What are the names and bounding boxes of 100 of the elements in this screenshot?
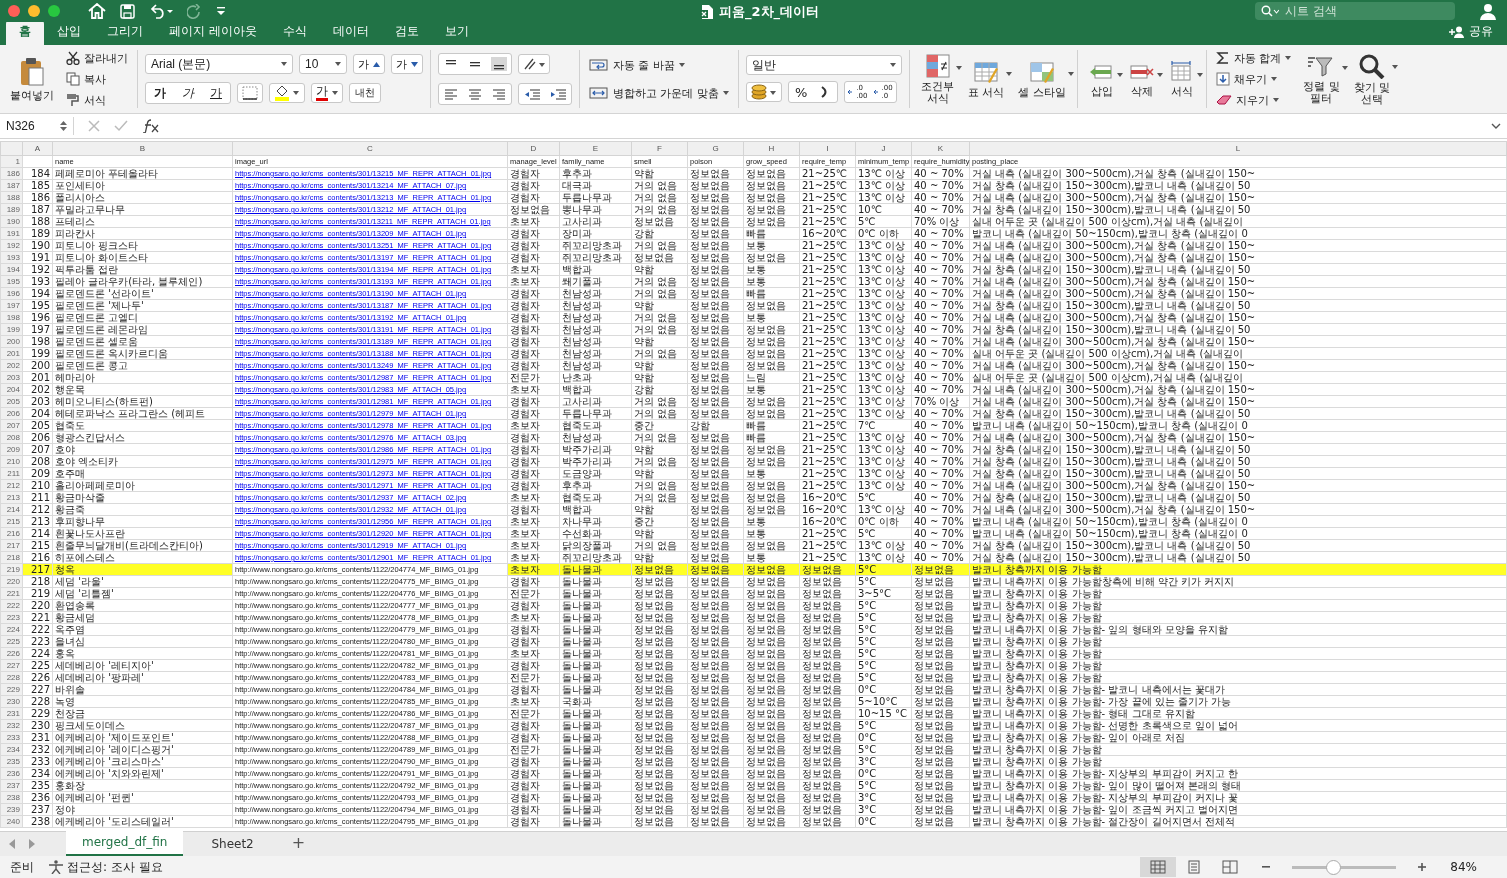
ribbon-button[interactable] <box>269 83 305 103</box>
scroll-left-icon[interactable] <box>8 839 16 849</box>
ribbon-tab[interactable]: 보기 <box>431 20 482 45</box>
ribbon-button[interactable]: 자동 합계 <box>1213 49 1294 67</box>
zoom-in-button[interactable] <box>1418 863 1427 871</box>
search-icon[interactable] <box>1261 5 1279 17</box>
column-header[interactable]: H <box>743 141 800 156</box>
ribbon-button[interactable]: 붙여넣기 <box>6 55 58 103</box>
ribbon-tab[interactable]: 페이지 레이아웃 <box>156 20 270 45</box>
table-cell: 정보없음 <box>687 623 744 636</box>
ribbon-button[interactable]: 정렬 및 필터 <box>1299 52 1344 106</box>
table-cell: 전문가 <box>507 371 560 384</box>
ribbon-button[interactable] <box>237 83 263 103</box>
undo-icon[interactable] <box>149 3 173 19</box>
ribbon-tab[interactable]: 검토 <box>381 20 432 45</box>
column-header[interactable]: K <box>911 141 970 156</box>
redo-icon[interactable] <box>187 3 202 19</box>
table-cell: 거의 없음 <box>631 491 688 504</box>
sheet-tab[interactable]: merged_df_fin <box>66 831 184 856</box>
button-group[interactable]: 가 가 가 <box>145 82 231 104</box>
table-cell: 214 <box>22 527 53 540</box>
number-format-dropdown[interactable]: 일반 <box>746 55 902 75</box>
table-cell: 226 <box>22 671 53 684</box>
customize-icon[interactable] <box>216 5 226 17</box>
search-field[interactable]: 시트 검색 <box>1255 2 1455 20</box>
ribbon-tab[interactable]: 홈 <box>6 20 44 45</box>
share-button[interactable]: 공유 <box>1435 23 1507 45</box>
accessibility-button[interactable]: 접근성: 조사 필요 <box>48 858 163 876</box>
table-cell: 정보없음 <box>687 347 744 360</box>
zoom-percent[interactable]: 84% <box>1450 860 1477 874</box>
function-icon[interactable] <box>142 119 160 133</box>
ribbon-button[interactable]: 잘라내기 <box>64 49 130 67</box>
caret-icon <box>1067 72 1074 76</box>
ribbon-button[interactable]: 삭제 <box>1124 59 1159 99</box>
name-box[interactable]: N326 <box>0 117 74 135</box>
expand-icon[interactable] <box>1491 122 1501 130</box>
column-header[interactable]: L <box>969 141 1507 156</box>
ribbon-button[interactable]: 삽입 <box>1084 59 1119 99</box>
ribbon-button[interactable]: 가 <box>391 54 423 74</box>
normal-view-button[interactable] <box>1140 857 1177 877</box>
column-header[interactable]: I <box>799 141 856 156</box>
column-header[interactable]: G <box>687 141 744 156</box>
table-cell: 정보없음 <box>743 359 800 372</box>
button-group[interactable] <box>438 53 512 75</box>
table-cell: 정보없음 <box>687 647 744 660</box>
table-cell: 정보없음 <box>743 167 800 180</box>
ribbon-tab[interactable]: 그리기 <box>94 20 156 45</box>
table-cell: 황금세덤 <box>52 611 233 624</box>
sheet-tab[interactable]: Sheet2 <box>195 833 270 856</box>
ribbon-button[interactable]: 병합하고 가운데 맞춤 <box>587 84 731 102</box>
column-header[interactable]: C <box>232 141 508 156</box>
percent-button[interactable]: % <box>789 84 814 100</box>
bold-button[interactable]: 가 <box>146 84 174 102</box>
column-header[interactable]: D <box>507 141 560 156</box>
ribbon-tab[interactable]: 데이터 <box>319 20 382 45</box>
add-sheet-button[interactable]: + <box>281 833 316 856</box>
slider-thumb[interactable] <box>1326 859 1342 875</box>
table-cell: 거실 창측 (실내깊이 150~300cm),발코니 내측 (실내깊이 50 <box>969 203 1507 216</box>
ribbon-button[interactable]: 조건부 서식 <box>917 52 958 106</box>
ribbon-button[interactable]: 지우기 <box>1213 91 1294 109</box>
table-cell: 발코니 창측까지 이용 가능함 <box>969 635 1507 648</box>
table-cell: 쥐꼬리망초과 <box>559 551 632 564</box>
ribbon-button[interactable]: 복사 <box>64 70 130 88</box>
ribbon-button[interactable]: 채우기 <box>1213 70 1294 88</box>
table-cell: 13℃ 이상 <box>855 299 912 312</box>
ribbon-tab[interactable]: 삽입 <box>44 20 94 45</box>
phonetic-button[interactable]: 내천 <box>349 83 381 103</box>
ribbon-button[interactable]: 서식 <box>1164 59 1199 99</box>
column-header[interactable]: A <box>22 141 53 156</box>
minimize-icon[interactable] <box>28 5 40 17</box>
ribbon-button[interactable]: 서식 <box>64 91 130 109</box>
zoom-out-button[interactable] <box>1262 863 1271 871</box>
search-input[interactable]: 시트 검색 <box>1283 3 1437 19</box>
zoom-icon[interactable] <box>48 5 60 17</box>
column-header[interactable]: B <box>52 141 233 156</box>
ribbon-button[interactable]: 셀 스타일 <box>1014 58 1070 100</box>
ribbon-tab[interactable]: 수식 <box>269 20 320 45</box>
table-cell: 경험자 <box>507 803 560 816</box>
italic-button[interactable]: 가 <box>174 84 202 102</box>
ribbon-button[interactable]: 표 서식 <box>964 58 1009 100</box>
account-icon[interactable] <box>1479 2 1497 20</box>
column-header[interactable]: J <box>855 141 912 156</box>
ribbon-button[interactable]: 자동 줄 바꿈 <box>587 56 687 74</box>
font-dropdown[interactable]: Arial (본문) <box>145 54 293 74</box>
save-icon[interactable] <box>120 3 135 19</box>
button-group[interactable]: % <box>788 81 839 103</box>
ribbon-button[interactable]: 찾기 및 선택 <box>1349 51 1394 107</box>
table-cell: 정보없음 <box>687 239 744 252</box>
table-cell: 정보없음 <box>687 719 744 732</box>
column-header[interactable]: E <box>559 141 632 156</box>
home-icon[interactable] <box>88 3 106 19</box>
font-color-button[interactable]: 가 <box>311 83 343 103</box>
font-size-dropdown[interactable]: 10 <box>299 54 347 74</box>
ribbon-button[interactable]: 가 <box>353 54 385 74</box>
column-header[interactable]: F <box>631 141 688 156</box>
ribbon-button[interactable] <box>746 82 782 102</box>
table-cell: 정보없음 <box>799 647 856 660</box>
underline-button[interactable]: 가 <box>202 84 230 102</box>
ribbon-button[interactable] <box>518 54 550 74</box>
scroll-right-icon[interactable] <box>28 839 36 849</box>
